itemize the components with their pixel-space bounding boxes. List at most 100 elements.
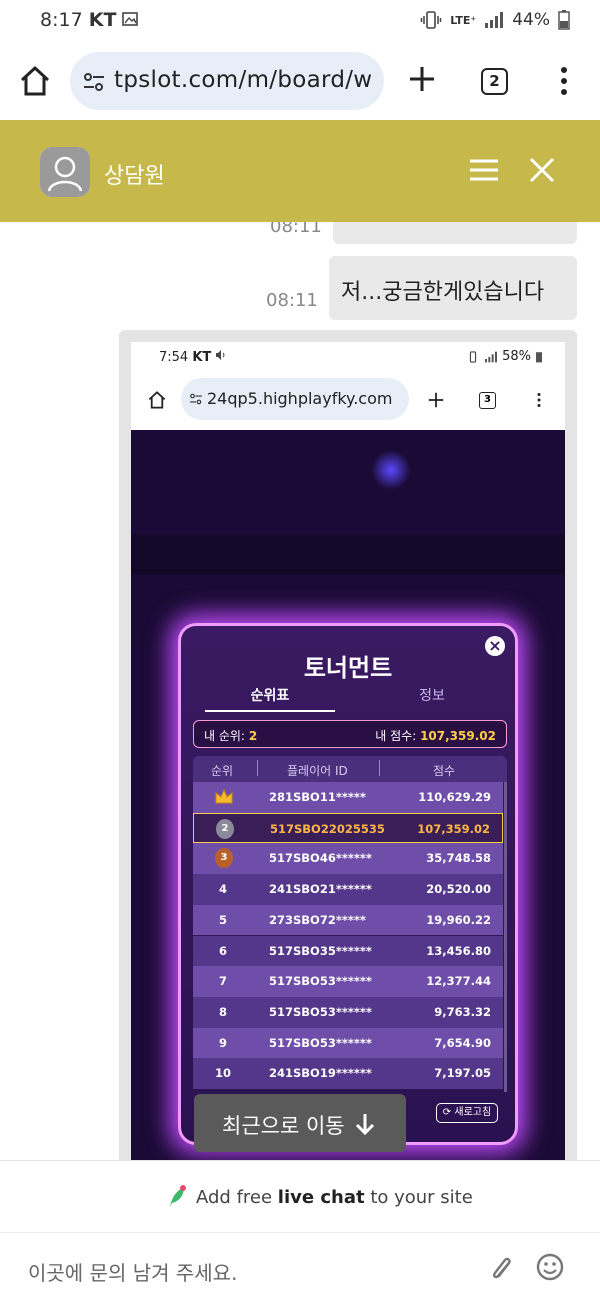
emoji-icon[interactable] bbox=[536, 1253, 564, 1281]
message-timestamp: 08:11 bbox=[266, 290, 318, 311]
background-glow bbox=[371, 450, 411, 490]
player-id: 517SBO53****** bbox=[269, 1035, 372, 1050]
player-score: 19,960.22 bbox=[426, 912, 491, 927]
screenshot-status-time: 7:54 bbox=[159, 350, 189, 365]
refresh-icon: ⟳ bbox=[442, 1107, 452, 1118]
leaderboard-table: 순위 플레이어 ID 점수 281SBO11***** 110,629.29 2… bbox=[193, 756, 507, 1096]
message-text: 저...궁금한게있습니다 bbox=[341, 280, 545, 305]
crown-icon bbox=[215, 788, 233, 804]
screenshot-address-bar: 24qp5.highplayfky.com bbox=[181, 378, 409, 420]
message-input[interactable]: 이곳에 문의 남겨 주세요. bbox=[28, 1257, 237, 1286]
player-score: 107,359.02 bbox=[417, 821, 490, 836]
player-score: 20,520.00 bbox=[426, 882, 491, 897]
player-score: 110,629.29 bbox=[418, 790, 491, 804]
screenshot-browser-bar: 24qp5.highplayfky.com 3 bbox=[131, 370, 565, 430]
my-rank-label: 내 순위: bbox=[204, 729, 245, 743]
rank-number: 9 bbox=[218, 1035, 227, 1050]
vibrate-icon bbox=[420, 11, 442, 29]
browser-toolbar: tpslot.com/m/board/w 2 bbox=[0, 44, 600, 120]
message-input-bar: 이곳에 문의 남겨 주세요. bbox=[0, 1232, 600, 1300]
table-row: 5 273SBO72***** 19,960.22 bbox=[193, 904, 503, 936]
channel-logo-icon bbox=[170, 1185, 186, 1207]
home-icon[interactable] bbox=[18, 64, 52, 98]
my-rank-bar: 내 순위: 2 내 점수: 107,359.02 bbox=[193, 720, 507, 748]
url-text: tpslot.com/m/board/w bbox=[114, 67, 373, 93]
table-row: 4 241SBO21****** 20,520.00 bbox=[193, 874, 503, 905]
chat-messages[interactable]: 08:11 저...궁금한게있습니다 08:11 7:54 KT 58% 24q… bbox=[0, 222, 600, 1160]
player-id: 517SBO53****** bbox=[269, 974, 372, 989]
screenshot-tab-count: 3 bbox=[479, 392, 496, 409]
tab-switcher-button[interactable]: 2 bbox=[481, 68, 508, 95]
site-settings-icon bbox=[190, 393, 202, 405]
screenshot-battery: 58% bbox=[502, 349, 531, 364]
game-screen: × 토너먼트 순위표 정보 내 순위: 2 내 점수: 107,359.02 순… bbox=[131, 430, 565, 1160]
table-row: 9 517SBO53****** 7,654.90 bbox=[193, 1027, 503, 1059]
hamburger-menu-icon[interactable] bbox=[469, 158, 499, 182]
table-scrollbar bbox=[504, 782, 507, 1092]
network-type: LTE⁺ bbox=[450, 13, 477, 27]
player-id: 241SBO19****** bbox=[269, 1066, 372, 1081]
player-score: 9,763.32 bbox=[434, 1004, 491, 1019]
signal-icon bbox=[485, 12, 504, 28]
my-score-label: 내 점수: bbox=[375, 729, 417, 743]
table-row: 8 517SBO53****** 9,763.32 bbox=[193, 996, 503, 1028]
battery-percent: 44% bbox=[512, 10, 550, 30]
refresh-button: ⟳ 새로고침 bbox=[436, 1103, 498, 1123]
close-icon[interactable] bbox=[528, 156, 556, 184]
battery-icon bbox=[558, 10, 570, 30]
agent-avatar bbox=[40, 147, 90, 197]
powered-by-banner[interactable]: Add free live chat to your site bbox=[0, 1160, 600, 1232]
battery-icon bbox=[536, 351, 542, 362]
more-menu-icon[interactable] bbox=[558, 66, 570, 96]
message-bubble: 저...궁금한게있습니다 bbox=[329, 256, 577, 320]
status-time: 8:17 bbox=[40, 9, 83, 31]
table-row: 6 517SBO35****** 13,456.80 bbox=[193, 935, 503, 967]
site-settings-icon[interactable] bbox=[82, 70, 106, 94]
player-score: 13,456.80 bbox=[426, 943, 491, 958]
modal-title: 토너먼트 bbox=[303, 654, 393, 682]
signal-icon bbox=[485, 351, 498, 362]
player-score: 35,748.58 bbox=[426, 851, 491, 866]
tab-leaderboard: 순위표 bbox=[205, 684, 335, 712]
message-timestamp: 08:11 bbox=[270, 222, 322, 237]
player-id: 241SBO21****** bbox=[269, 882, 372, 897]
game-top-bar-dimmed bbox=[131, 535, 565, 575]
rank-number: 6 bbox=[218, 943, 227, 958]
table-row: 3 517SBO46****** 35,748.58 bbox=[193, 843, 503, 875]
chat-header: 상담원 bbox=[0, 120, 600, 222]
header-rank: 순위 bbox=[211, 764, 234, 778]
rank-number: 8 bbox=[218, 1004, 227, 1019]
table-row: 7 517SBO53****** 12,377.44 bbox=[193, 966, 503, 997]
silver-medal-icon: 2 bbox=[216, 818, 234, 839]
user-avatar-icon bbox=[40, 147, 90, 197]
player-score: 12,377.44 bbox=[426, 974, 491, 989]
status-carrier: KT bbox=[88, 9, 117, 31]
my-score-value: 107,359.02 bbox=[420, 729, 496, 743]
screenshot-url: 24qp5.highplayfky.com bbox=[207, 389, 393, 408]
header-score: 점수 bbox=[433, 764, 456, 778]
bronze-medal-icon: 3 bbox=[215, 848, 233, 869]
rank-number: 7 bbox=[218, 974, 227, 989]
table-row: 10 241SBO19****** 7,197.05 bbox=[193, 1058, 503, 1089]
header-player: 플레이어 ID bbox=[287, 764, 348, 778]
speaker-icon bbox=[216, 350, 225, 360]
image-attachment[interactable]: 7:54 KT 58% 24qp5.highplayfky.com 3 × 토너… bbox=[119, 330, 577, 1160]
new-tab-icon[interactable] bbox=[407, 64, 437, 94]
player-score: 7,654.90 bbox=[434, 1035, 491, 1050]
player-id: 517SBO35****** bbox=[269, 943, 372, 958]
table-header: 순위 플레이어 ID 점수 bbox=[193, 756, 507, 782]
screenshot-status-carrier: KT bbox=[192, 350, 212, 365]
table-row: 281SBO11***** 110,629.29 bbox=[193, 782, 503, 813]
attached-screenshot: 7:54 KT 58% 24qp5.highplayfky.com 3 × 토너… bbox=[131, 342, 565, 1160]
rank-number: 10 bbox=[214, 1066, 231, 1081]
gallery-notification-icon bbox=[122, 12, 139, 26]
player-id: 517SBO53****** bbox=[269, 1004, 372, 1019]
new-tab-icon bbox=[428, 392, 444, 408]
arrow-down-icon bbox=[355, 1114, 375, 1136]
rank-number: 4 bbox=[218, 882, 227, 897]
home-icon bbox=[148, 391, 166, 409]
scroll-to-recent-button[interactable]: 최근으로 이동 bbox=[194, 1094, 406, 1152]
message-bubble-partial bbox=[333, 222, 577, 244]
address-bar[interactable]: tpslot.com/m/board/w bbox=[70, 52, 384, 110]
attachment-icon[interactable] bbox=[489, 1255, 515, 1285]
